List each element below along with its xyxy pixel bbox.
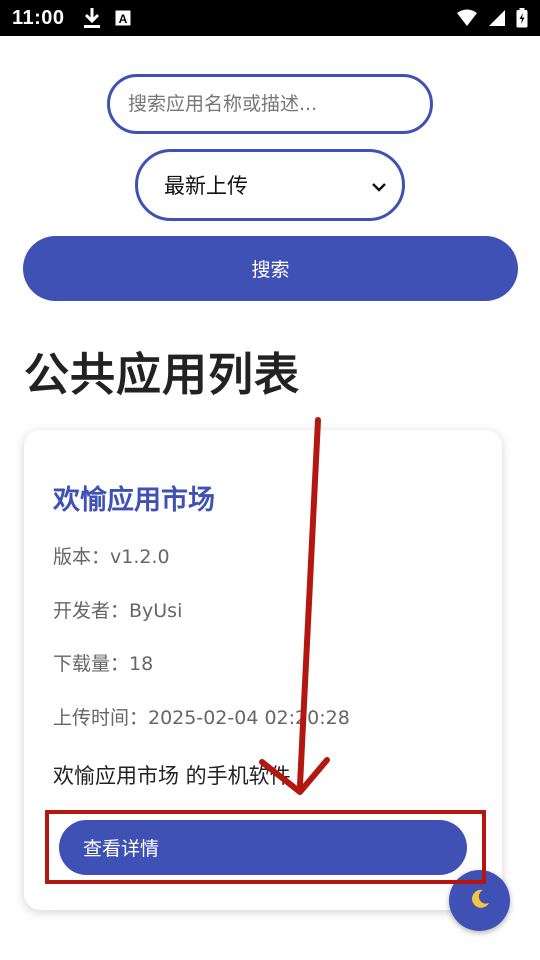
status-icons-right xyxy=(456,8,528,28)
chevron-down-icon xyxy=(372,173,386,197)
status-time: 11:00 xyxy=(12,6,65,29)
a-translate-icon: A xyxy=(115,10,131,26)
app-name[interactable]: 欢愉应用市场 xyxy=(53,478,215,517)
search-button-label: 搜索 xyxy=(251,259,290,281)
app-description: 欢愉应用市场 的手机软件 xyxy=(53,764,291,788)
app-upload-time: 上传时间：2025-02-04 02:20:28 xyxy=(53,707,350,729)
app-developer: 开发者：ByUsi xyxy=(53,600,183,622)
download-icon xyxy=(83,7,101,29)
status-bar: 11:00 A xyxy=(0,0,540,36)
search-button[interactable]: 搜索 xyxy=(23,236,518,301)
sort-select[interactable]: 最新上传 xyxy=(135,149,405,221)
signal-icon xyxy=(488,9,506,27)
page-title: 公共应用列表 xyxy=(24,348,301,401)
app-downloads: 下载量：18 xyxy=(53,653,154,675)
wifi-icon xyxy=(456,9,478,27)
sort-select-value: 最新上传 xyxy=(164,174,248,198)
svg-text:A: A xyxy=(118,12,127,26)
app-version: 版本：v1.2.0 xyxy=(53,546,170,568)
annotation-highlight-box xyxy=(45,810,486,884)
search-input[interactable] xyxy=(107,74,433,134)
status-icons-left: A xyxy=(83,7,131,29)
moon-icon xyxy=(468,887,492,915)
battery-icon xyxy=(516,8,528,28)
